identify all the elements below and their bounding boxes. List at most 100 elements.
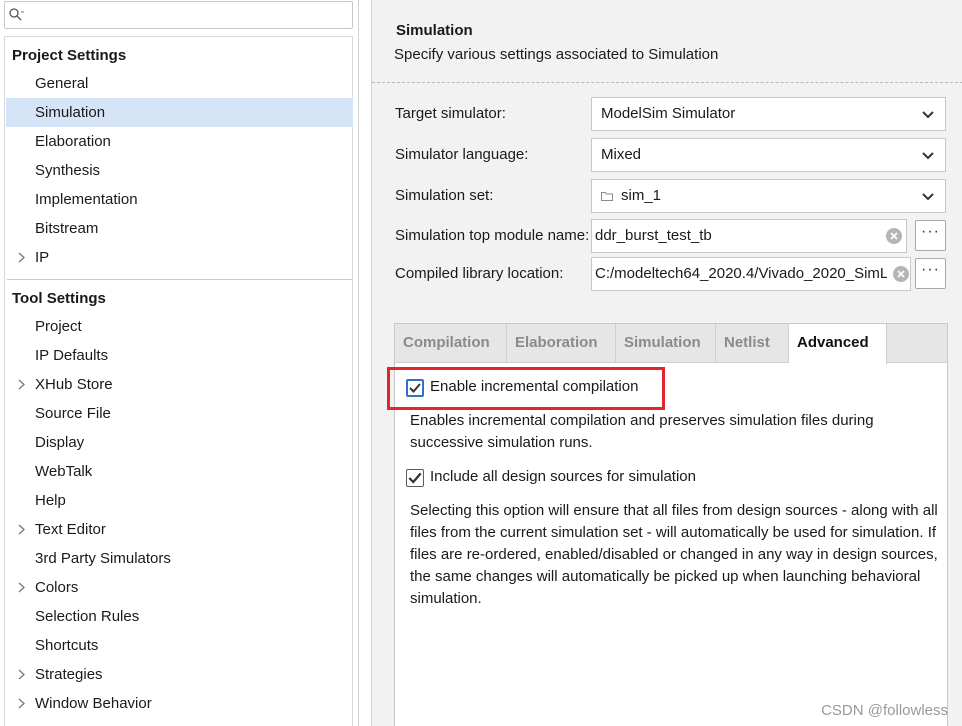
sidebar-item-label: Source File [35,405,111,422]
sidebar-item-label: General [35,75,89,92]
description-line: the same changes will automatically be p… [410,568,921,585]
tab-bar: Compilation Elaboration Simulation Netli… [395,324,947,364]
simulation-set-select[interactable]: sim_1 [591,179,946,213]
sidebar-item-shortcuts[interactable]: Shortcuts [6,631,353,660]
include-all-sources-checkbox[interactable] [406,469,424,487]
sidebar-item-label: Strategies [35,666,103,683]
description-line: successive simulation runs. [410,434,593,451]
simulator-language-label: Simulator language: [395,146,529,163]
description-line: files are re-ordered, enabled/disabled o… [410,546,938,563]
sidebar-item-label: Shortcuts [35,637,99,654]
search-icon [9,8,24,21]
sidebar-item-display[interactable]: Display [6,428,353,457]
tab-simulation[interactable]: Simulation [616,324,716,362]
simulator-language-value: Mixed [601,146,642,163]
sidebar-item-label: 3rd Party Simulators [35,550,171,567]
chevron-right-icon[interactable] [16,689,28,718]
target-simulator-label: Target simulator: [395,105,506,122]
compiled-library-label: Compiled library location: [395,265,564,282]
section-divider [7,279,352,280]
target-simulator-select[interactable]: ModelSim Simulator [591,97,946,131]
sidebar-item-label: Help [35,492,66,509]
project-settings-heading: Project Settings [12,47,127,64]
enable-incremental-description: Enables incremental compilation and pres… [410,410,874,454]
settings-tree: Project Settings General Simulation Elabor… [4,36,353,726]
tab-compilation[interactable]: Compilation [395,324,507,362]
compiled-library-browse-button[interactable]: ··· [915,258,946,289]
description-line: Enables incremental compilation and pres… [410,412,874,429]
sidebar-item-label: Bitstream [35,220,99,237]
top-module-input[interactable]: ddr_burst_test_tb [591,219,907,253]
sidebar-item-label: XHub Store [35,376,113,393]
sidebar-item-selection-rules[interactable]: Selection Rules [6,602,353,631]
header-divider [372,82,962,83]
sidebar-item-label: Synthesis [35,162,101,179]
sidebar-item-webtalk[interactable]: WebTalk [6,457,353,486]
sidebar-item-label: Project [35,318,82,335]
sidebar-item-label: Text Editor [35,521,106,538]
sidebar-item-simulation[interactable]: Simulation [6,98,353,127]
page-subtitle: Specify various settings associated to S… [394,46,719,63]
highlight-annotation-box [387,367,665,410]
chevron-right-icon[interactable] [16,515,28,544]
sidebar-item-ip[interactable]: IP [6,243,353,272]
sidebar-item-strategies[interactable]: Strategies [6,660,353,689]
sidebar-item-label: IP Defaults [35,347,109,364]
include-all-sources-label[interactable]: Include all design sources for simulatio… [430,466,696,488]
folder-icon [601,192,613,201]
sidebar-item-label: Window Behavior [35,695,152,712]
chevron-right-icon[interactable] [16,660,28,689]
sidebar-item-label: Colors [35,579,79,596]
sidebar-item-xhub-store[interactable]: XHub Store [6,370,353,399]
sidebar-item-text-editor[interactable]: Text Editor [6,515,353,544]
page-title: Simulation [396,22,473,39]
simulation-set-label: Simulation set: [395,187,494,204]
sidebar-item-bitstream[interactable]: Bitstream [6,214,353,243]
chevron-down-icon [922,152,934,160]
sidebar-item-label: IP [35,249,50,266]
include-all-sources-description: Selecting this option will ensure that a… [410,500,938,610]
top-module-value: ddr_burst_test_tb [595,227,712,244]
compiled-library-value: C:/modeltech64_2020.4/Vivado_2020_SimLib [595,265,887,282]
tab-advanced[interactable]: Advanced [789,324,887,364]
chevron-right-icon[interactable] [16,243,28,272]
top-module-label: Simulation top module name: [395,227,590,244]
clear-icon[interactable] [886,228,902,244]
description-line: Selecting this option will ensure that a… [410,502,938,519]
sidebar-item-label: Display [35,434,85,451]
tab-netlist[interactable]: Netlist [716,324,789,362]
sidebar-item-3rd-party-simulators[interactable]: 3rd Party Simulators [6,544,353,573]
sidebar-item-elaboration[interactable]: Elaboration [6,127,353,156]
sidebar-item-general[interactable]: General [6,69,353,98]
settings-content-panel: Simulation Specify various settings asso… [371,0,962,726]
sidebar-item-synthesis[interactable]: Synthesis [6,156,353,185]
tool-settings-heading: Tool Settings [12,290,106,307]
chevron-down-icon [922,193,934,201]
sidebar-item-project[interactable]: Project [6,312,353,341]
watermark: CSDN @followless [821,702,948,719]
checkmark-icon [408,472,422,484]
chevron-right-icon[interactable] [16,573,28,602]
sidebar-item-label: Selection Rules [35,608,140,625]
clear-icon[interactable] [893,266,909,282]
sidebar-item-window-behavior[interactable]: Window Behavior [6,689,353,718]
top-module-browse-button[interactable]: ··· [915,220,946,251]
chevron-right-icon[interactable] [16,370,28,399]
simulator-language-select[interactable]: Mixed [591,138,946,172]
sidebar-item-label: Simulation [35,104,106,121]
sidebar-item-label: Elaboration [35,133,111,150]
sidebar-item-label: Implementation [35,191,138,208]
target-simulator-value: ModelSim Simulator [601,105,736,122]
simulation-set-value: sim_1 [621,187,662,204]
settings-nav-panel: Project Settings General Simulation Elabor… [0,0,359,726]
sidebar-item-colors[interactable]: Colors [6,573,353,602]
sidebar-item-implementation[interactable]: Implementation [6,185,353,214]
sidebar-item-source-file[interactable]: Source File [6,399,353,428]
tab-elaboration[interactable]: Elaboration [507,324,616,362]
compiled-library-input[interactable]: C:/modeltech64_2020.4/Vivado_2020_SimLib [591,257,911,291]
search-input[interactable] [4,1,353,29]
chevron-down-icon [922,111,934,119]
sidebar-item-help[interactable]: Help [6,486,353,515]
description-line: simulation. [410,590,482,607]
sidebar-item-ip-defaults[interactable]: IP Defaults [6,341,353,370]
